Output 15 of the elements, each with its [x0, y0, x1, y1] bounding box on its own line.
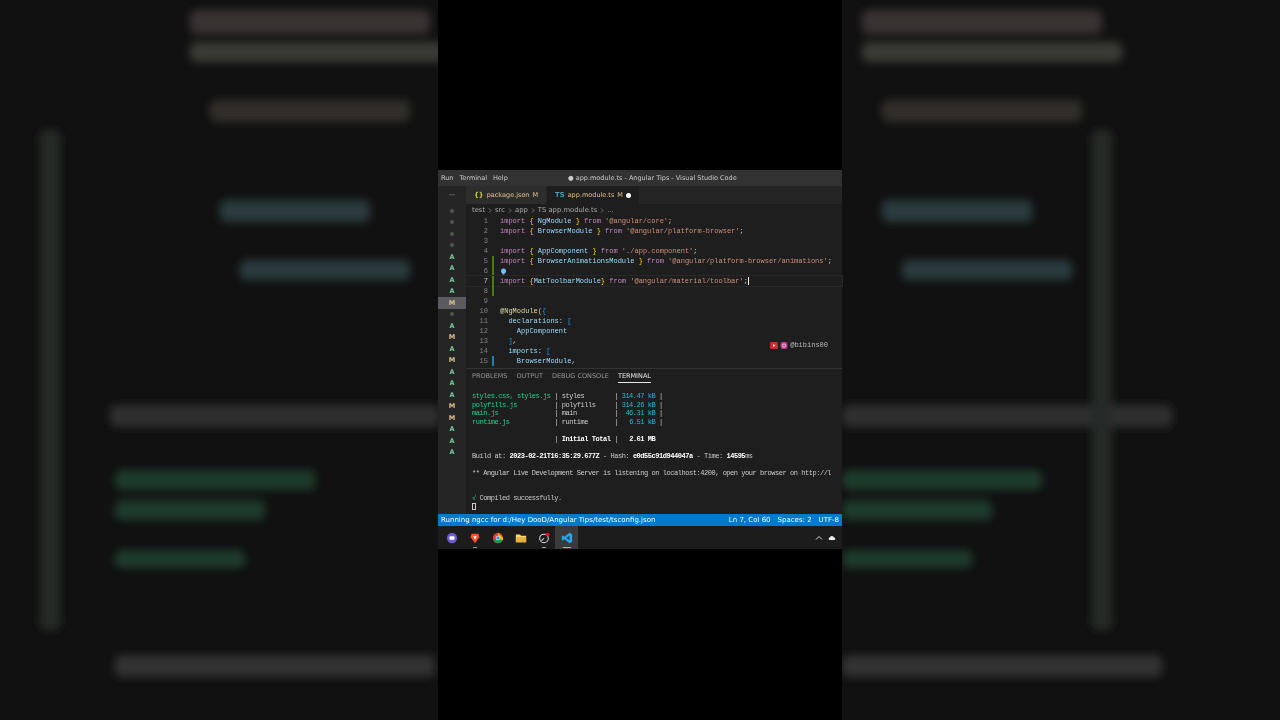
- camera-icon: [780, 341, 789, 349]
- shield-icon[interactable]: [468, 531, 481, 544]
- chevron-icon: [488, 207, 493, 213]
- chevron-icon: [600, 207, 605, 213]
- chevron-icon: [508, 207, 512, 213]
- cloud-icon[interactable]: [828, 533, 836, 542]
- play-icon: [770, 341, 779, 349]
- code-editor-icon[interactable]: [560, 531, 573, 544]
- chevron-up-icon[interactable]: [815, 533, 823, 542]
- lightbulb-icon[interactable]: [500, 267, 507, 275]
- terminal-cursor: [472, 502, 476, 510]
- chat-icon[interactable]: [445, 531, 458, 544]
- browser-icon[interactable]: [491, 531, 504, 544]
- chevron-icon: [530, 207, 535, 213]
- dial-icon[interactable]: [537, 531, 550, 544]
